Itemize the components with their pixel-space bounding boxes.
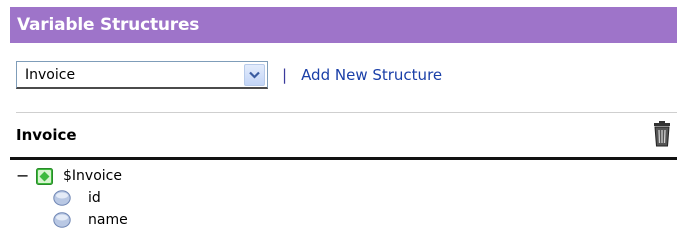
structure-title: Invoice [16, 126, 77, 144]
tree-field-row[interactable]: name [16, 209, 128, 231]
field-icon [53, 212, 71, 228]
trash-icon[interactable] [651, 121, 673, 147]
structure-selector-row: Invoice | Add New Structure [16, 60, 442, 90]
tree-field-label: id [88, 190, 101, 206]
structure-title-row: Invoice [16, 112, 677, 157]
tree-root-label: $Invoice [63, 168, 122, 184]
tree-root-row[interactable]: − $Invoice [16, 165, 128, 187]
section-divider [10, 157, 677, 160]
structure-select[interactable]: Invoice [16, 61, 268, 89]
add-new-structure-link[interactable]: Add New Structure [301, 66, 442, 84]
chevron-down-icon [249, 71, 260, 79]
dropdown-button[interactable] [244, 63, 265, 86]
field-icon [53, 190, 71, 206]
structure-select-value: Invoice [25, 66, 76, 83]
tree-field-row[interactable]: id [16, 187, 128, 209]
variable-structures-panel: Variable Structures Invoice | Add New St… [0, 0, 677, 241]
structure-icon [36, 167, 53, 185]
tree-field-label: name [88, 212, 128, 228]
panel-header: Variable Structures [10, 7, 677, 43]
structure-tree: − $Invoice id name [16, 165, 128, 231]
separator: | [282, 66, 288, 84]
collapse-toggle[interactable]: − [16, 168, 30, 184]
panel-title: Variable Structures [17, 15, 200, 35]
